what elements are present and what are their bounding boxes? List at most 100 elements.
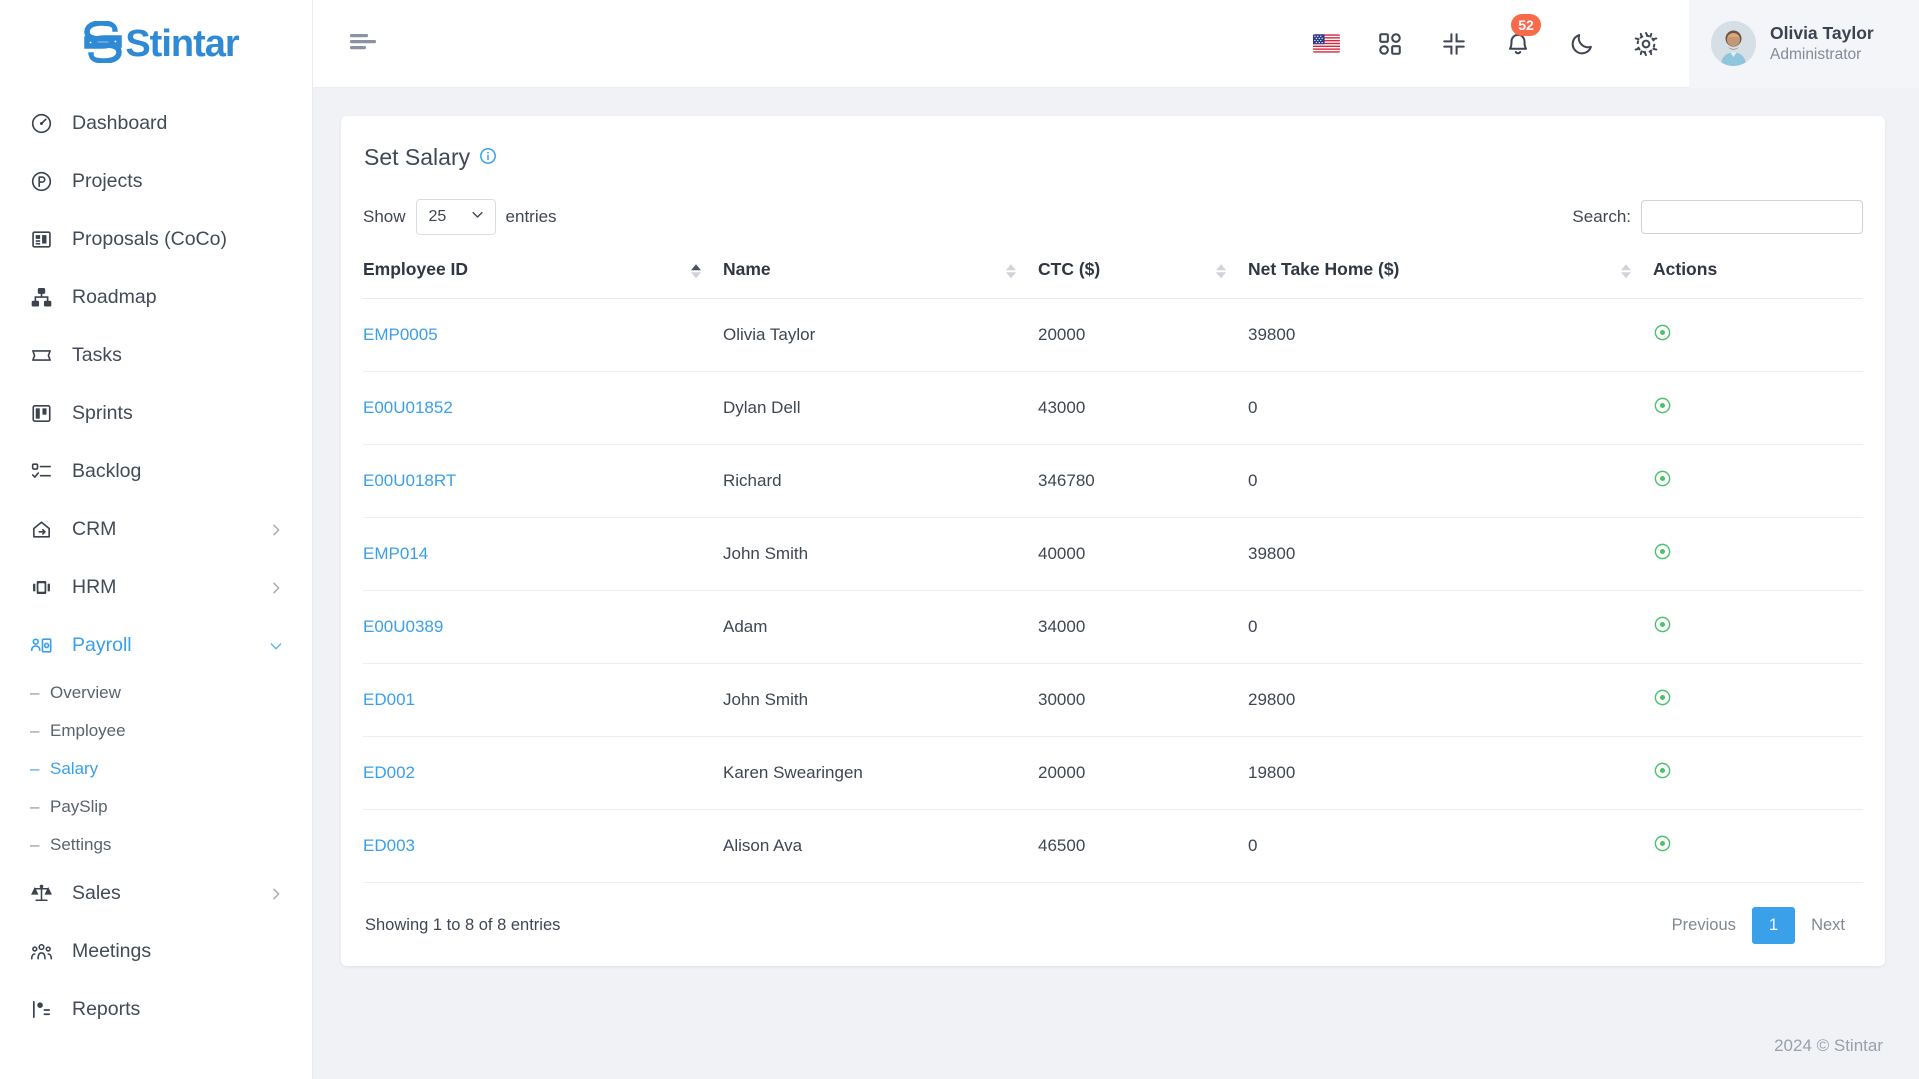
cell-employee-id: EMP0005 [363,298,723,372]
cell-ctc: 20000 [1038,736,1248,810]
cell-net-take-home: 39800 [1248,298,1653,372]
fullscreen-exit-icon[interactable] [1439,29,1469,59]
employee-id-link[interactable]: E00U018RT [363,471,456,490]
dash-bullet-icon: – [30,759,40,778]
dark-mode-icon[interactable] [1567,29,1597,59]
employee-id-link[interactable]: E00U0389 [363,617,443,636]
sidebar-item-proposals[interactable]: Proposals (CoCo) [0,210,312,268]
view-eye-icon[interactable] [1653,396,1672,415]
table-row: ED002 Karen Swearingen 20000 19800 [363,736,1863,810]
settings-gear-icon[interactable] [1631,29,1661,59]
sidebar-subitem-salary[interactable]: – Salary [0,750,312,788]
sidebar-item-payroll[interactable]: Payroll [0,616,312,674]
hrm-icon [28,574,54,600]
app-root: Stintar Dashboard Projects Proposals (Co… [0,0,1919,1079]
column-header-ctc[interactable]: CTC ($) [1038,245,1248,299]
employee-id-link[interactable]: ED001 [363,690,415,709]
employee-id-link[interactable]: E00U01852 [363,398,453,417]
hamburger-icon[interactable] [348,29,378,58]
sort-descending-icon [1621,271,1631,278]
notification-badge: 52 [1511,13,1541,36]
datatable-controls: Show 25 entries Search: [363,181,1863,245]
table-row: E00U018RT Richard 346780 0 [363,444,1863,518]
view-eye-icon[interactable] [1653,688,1672,707]
sidebar-item-reports[interactable]: Reports [0,980,312,1038]
payroll-icon [28,632,54,658]
sidebar-item-meetings[interactable]: Meetings [0,922,312,980]
employee-id-link[interactable]: ED003 [363,836,415,855]
notifications-bell-icon[interactable]: 52 [1503,13,1541,59]
pagination-page-1[interactable]: 1 [1751,907,1796,944]
sidebar-item-sales[interactable]: Sales [0,864,312,922]
stintar-logo-mark [83,19,123,68]
employee-id-link[interactable]: EMP014 [363,544,428,563]
view-eye-icon[interactable] [1653,834,1672,853]
sidebar-subitem-label: Salary [50,759,99,778]
sidebar-subitem-employee[interactable]: – Employee [0,712,312,750]
table-row: E00U01852 Dylan Dell 43000 0 [363,371,1863,445]
column-header-net-take-home[interactable]: Net Take Home ($) [1248,245,1653,299]
view-eye-icon[interactable] [1653,615,1672,634]
copyright-text: 2024 © Stintar [1774,1036,1883,1055]
crm-icon [28,516,54,542]
sidebar-subitem-label: PaySlip [50,797,108,816]
cell-employee-id: ED002 [363,736,723,810]
cell-net-take-home: 0 [1248,371,1653,445]
sidebar-item-projects[interactable]: Projects [0,152,312,210]
sort-toggle-net-take-home[interactable] [1621,263,1631,278]
sidebar-subitem-label: Employee [50,721,126,740]
sort-toggle-name[interactable] [1006,263,1016,278]
view-eye-icon[interactable] [1653,761,1672,780]
language-flag-icon[interactable] [1311,29,1341,59]
sort-toggle-ctc[interactable] [1216,263,1226,278]
employee-id-link[interactable]: ED002 [363,763,415,782]
employee-id-link[interactable]: EMP0005 [363,325,438,344]
payroll-submenu: – Overview – Employee – Salary – PaySlip… [0,674,312,864]
sort-toggle-employee-id[interactable] [691,263,701,278]
view-eye-icon[interactable] [1653,469,1672,488]
brand-logo[interactable]: Stintar [0,0,312,88]
dash-bullet-icon: – [30,683,40,702]
sidebar-item-sprints[interactable]: Sprints [0,384,312,442]
cell-actions [1653,590,1863,664]
column-header-employee-id[interactable]: Employee ID [363,245,723,299]
search-input[interactable] [1641,200,1863,234]
meetings-icon [28,938,54,964]
sidebar-item-tasks[interactable]: Tasks [0,326,312,384]
cell-actions [1653,809,1863,883]
sidebar-item-crm[interactable]: CRM [0,500,312,558]
sidebar-item-roadmap[interactable]: Roadmap [0,268,312,326]
sort-ascending-icon [1621,263,1631,270]
page-length-select[interactable]: 25 [415,199,496,235]
cell-employee-id: E00U0389 [363,590,723,664]
apps-grid-icon[interactable] [1375,29,1405,59]
sort-ascending-icon [691,263,701,270]
column-header-name[interactable]: Name [723,245,1038,299]
view-eye-icon[interactable] [1653,323,1672,342]
table-body: EMP0005 Olivia Taylor 20000 39800 E00U01… [363,298,1863,883]
pagination-next[interactable]: Next [1795,907,1861,944]
cell-employee-id: E00U01852 [363,371,723,445]
sidebar-item-backlog[interactable]: Backlog [0,442,312,500]
sidebar-subitem-settings[interactable]: – Settings [0,826,312,864]
pagination-previous[interactable]: Previous [1656,907,1752,944]
user-menu[interactable]: Olivia Taylor Administrator [1689,0,1919,88]
cell-actions [1653,371,1863,445]
info-circle-icon[interactable] [479,144,497,171]
sidebar-item-dashboard[interactable]: Dashboard [0,94,312,152]
sidebar-subitem-label: Settings [50,835,112,854]
cell-name: John Smith [723,517,1038,591]
page-title: Set Salary [341,116,1885,181]
avatar [1711,21,1756,66]
cell-net-take-home: 0 [1248,809,1653,883]
view-eye-icon[interactable] [1653,542,1672,561]
sidebar-nav: Dashboard Projects Proposals (CoCo) Road… [0,88,312,1079]
sidebar-subitem-payslip[interactable]: – PaySlip [0,788,312,826]
chevron-down-icon [470,207,485,227]
sidebar-subitem-overview[interactable]: – Overview [0,674,312,712]
sidebar-item-label: Roadmap [72,285,157,308]
table-row: EMP014 John Smith 40000 39800 [363,517,1863,591]
sidebar-item-hrm[interactable]: HRM [0,558,312,616]
sort-descending-icon [691,271,701,278]
projects-icon [28,168,54,194]
